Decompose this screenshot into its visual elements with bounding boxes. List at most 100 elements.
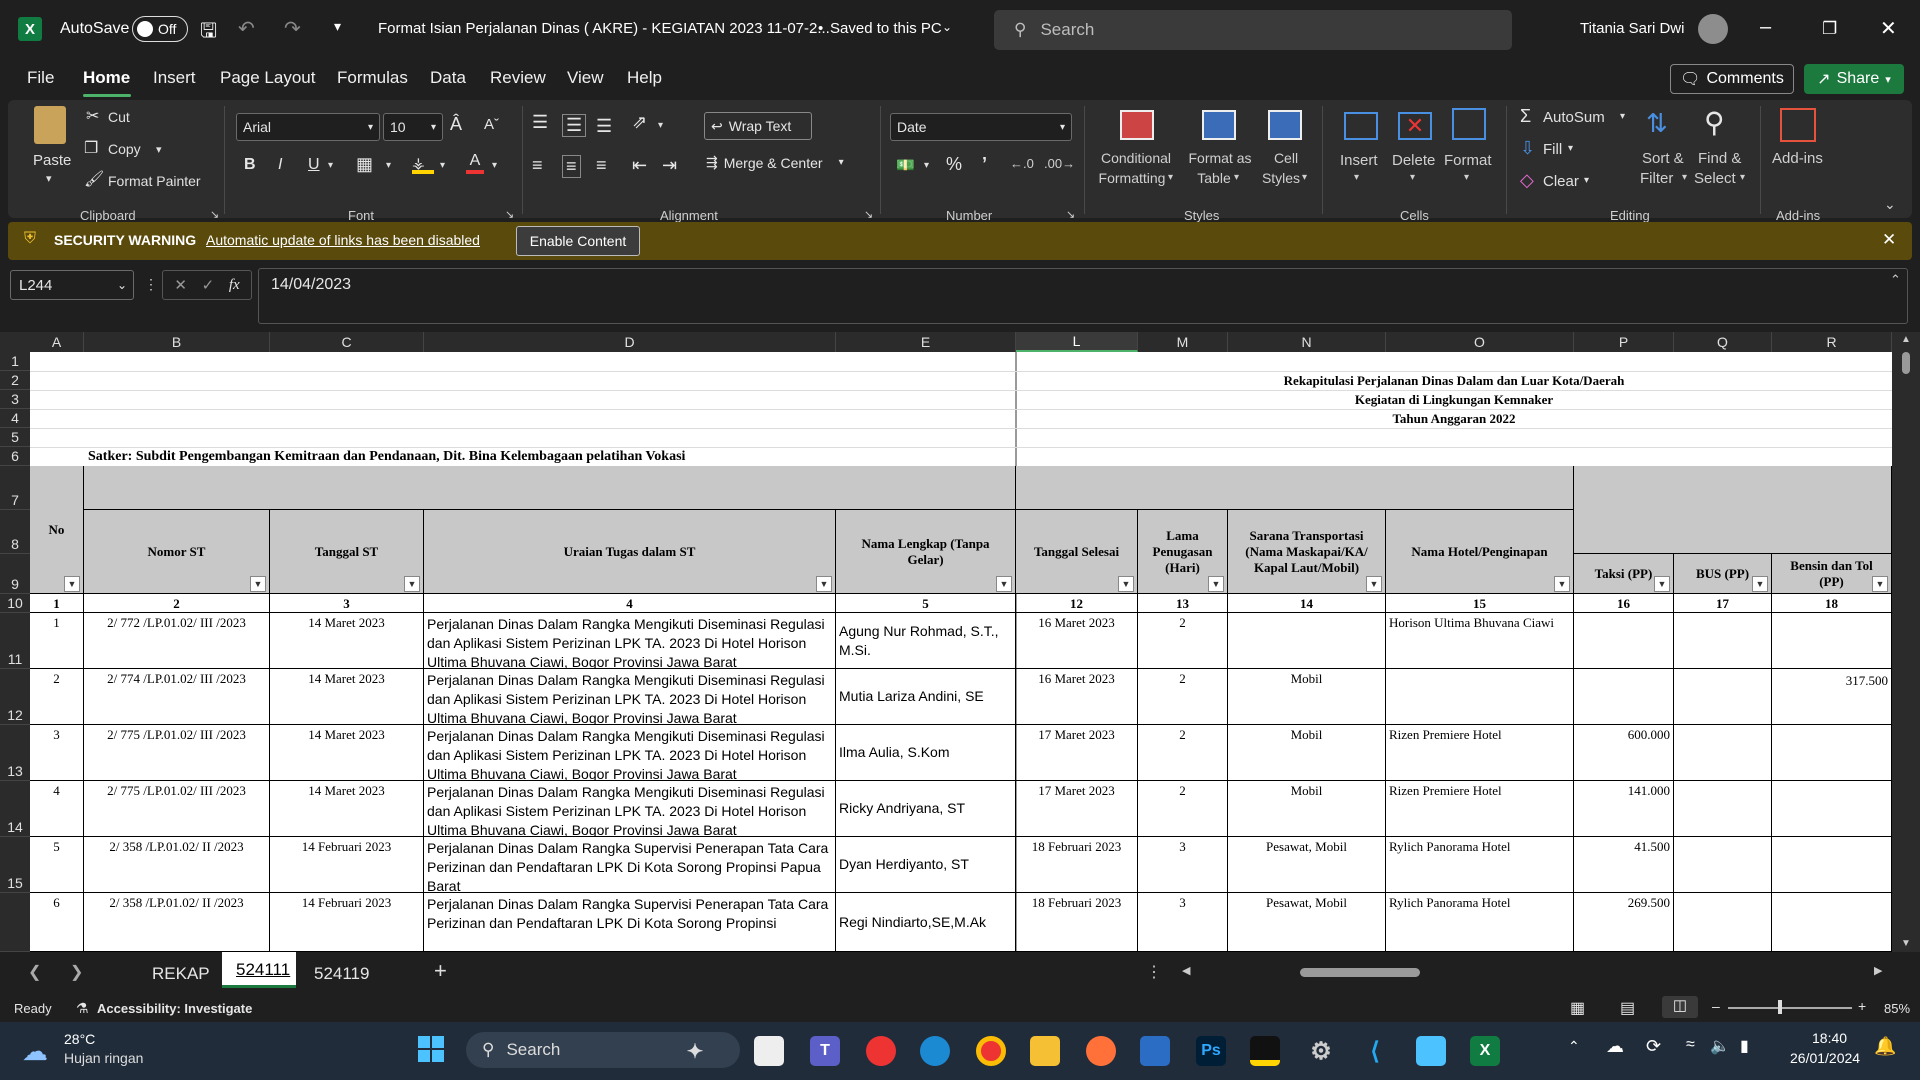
weather-icon[interactable]: ☁	[22, 1036, 48, 1067]
cell-bus[interactable]	[1674, 725, 1772, 781]
chrome-icon[interactable]	[866, 1036, 896, 1066]
cell-nama[interactable]: Agung Nur Rohmad, S.T., M.Si.	[836, 613, 1016, 669]
clear-icon[interactable]: ◇	[1520, 170, 1534, 191]
undo-icon[interactable]: ↶	[238, 16, 255, 41]
row-header[interactable]: 5	[0, 428, 30, 447]
security-message-link[interactable]: Automatic update of links has been disab…	[206, 232, 480, 248]
autosum-icon[interactable]: Σ	[1520, 106, 1531, 127]
tab-help[interactable]: Help	[627, 68, 662, 88]
format-as-table-icon[interactable]	[1202, 110, 1236, 140]
percent-icon[interactable]: %	[946, 154, 962, 175]
vscode-icon[interactable]: ⟨	[1360, 1036, 1390, 1066]
notifications-icon[interactable]: 🔔	[1874, 1036, 1896, 1057]
format-table-chevron-icon[interactable]: ▾	[1234, 172, 1239, 183]
select-all-corner[interactable]	[0, 332, 30, 352]
cell-taksi[interactable]: 269.500	[1574, 893, 1674, 952]
sort-filter-label-2[interactable]: Filter	[1640, 170, 1673, 187]
page-layout-icon[interactable]: ▤	[1620, 998, 1635, 1018]
orientation-icon[interactable]: ⇗	[632, 112, 647, 133]
close-warning-icon[interactable]: ✕	[1882, 230, 1896, 250]
cell-selesai[interactable]: 16 Maret 2023	[1016, 613, 1138, 669]
cell-nomor[interactable]: 2/ 775 /LP.01.02/ III /2023	[84, 725, 270, 781]
sticky-notes-icon[interactable]	[1250, 1036, 1280, 1066]
alignment-launcher-icon[interactable]: ↘	[864, 208, 873, 221]
cell-styles-icon[interactable]	[1268, 110, 1302, 140]
cell-tgl[interactable]: 14 Maret 2023	[270, 725, 424, 781]
find-chevron-icon[interactable]: ▾	[1740, 172, 1745, 183]
currency-chevron-icon[interactable]: ▾	[924, 160, 929, 171]
photoshop-icon[interactable]: Ps	[1196, 1036, 1226, 1066]
tab-insert[interactable]: Insert	[153, 68, 196, 88]
cell-selesai[interactable]: 17 Maret 2023	[1016, 725, 1138, 781]
cell-tgl[interactable]: 14 Maret 2023	[270, 613, 424, 669]
cell-hotel[interactable]: Rizen Premiere Hotel	[1386, 781, 1574, 837]
orientation-chevron-icon[interactable]: ▾	[658, 120, 663, 131]
cell-lama[interactable]: 3	[1138, 893, 1228, 952]
cell-uraian[interactable]: Perjalanan Dinas Dalam Rangka Mengikuti …	[424, 781, 836, 837]
cell-bensin[interactable]	[1772, 837, 1892, 893]
row-header[interactable]: 6	[0, 447, 30, 466]
underline-chevron-icon[interactable]: ▾	[328, 160, 333, 171]
cell-bus[interactable]	[1674, 669, 1772, 725]
format-cells-button[interactable]: Format	[1444, 152, 1492, 169]
cell-bus[interactable]	[1674, 781, 1772, 837]
row-header[interactable]: 8	[0, 510, 30, 554]
collapse-ribbon-icon[interactable]: ⌄	[1884, 196, 1896, 213]
italic-icon[interactable]: I	[278, 156, 282, 174]
underline-icon[interactable]: U	[308, 156, 320, 174]
insert-cells-button[interactable]: Insert	[1340, 152, 1378, 169]
clock-time[interactable]: 18:40	[1812, 1030, 1847, 1046]
cell-selesai[interactable]: 16 Maret 2023	[1016, 669, 1138, 725]
cell-selesai[interactable]: 18 Februari 2023	[1016, 893, 1138, 952]
scroll-thumb[interactable]	[1902, 352, 1910, 374]
sheet-tab-rekap[interactable]: REKAP	[152, 964, 210, 984]
column-header[interactable]: D	[424, 332, 836, 352]
excel-taskbar-icon[interactable]: X	[1470, 1036, 1500, 1066]
format-chevron-icon[interactable]: ▾	[1464, 172, 1469, 183]
row-header[interactable]: 14	[0, 781, 30, 837]
cell-tgl[interactable]: 14 Maret 2023	[270, 781, 424, 837]
number-launcher-icon[interactable]: ↘	[1066, 208, 1075, 221]
cell-hotel[interactable]: Rylich Panorama Hotel	[1386, 893, 1574, 952]
sheet-tab-524119[interactable]: 524119	[314, 964, 369, 984]
font-color-chevron-icon[interactable]: ▾	[492, 160, 497, 171]
tab-view[interactable]: View	[567, 68, 604, 88]
cell-hotel[interactable]	[1386, 669, 1574, 725]
row-header[interactable]: 12	[0, 669, 30, 725]
search-highlight-icon[interactable]: ✦	[680, 1036, 710, 1066]
normal-view-icon[interactable]: ▦	[1570, 998, 1585, 1018]
worksheet-grid[interactable]: A B C D E L M N O P Q R ▲ ▼ 1 2 3 4 5 6 …	[0, 332, 1920, 952]
find-select-icon[interactable]: ⚲	[1704, 106, 1725, 139]
clock-date[interactable]: 26/01/2024	[1790, 1050, 1860, 1066]
format-as-table-label[interactable]: Format as	[1180, 150, 1260, 166]
restore-icon[interactable]: ❐	[1822, 19, 1837, 39]
cell-bus[interactable]	[1674, 837, 1772, 893]
filter-dropdown-icon[interactable]: ▼	[1366, 576, 1382, 592]
column-header[interactable]: R	[1772, 332, 1892, 352]
comma-icon[interactable]: ’	[982, 154, 987, 175]
borders-icon[interactable]: ▦	[356, 154, 373, 175]
col-number[interactable]: 2	[84, 594, 270, 613]
copy-button[interactable]: Copy	[108, 141, 141, 157]
cell-styles-chevron-icon[interactable]: ▾	[1302, 172, 1307, 183]
cell-sarana[interactable]: Pesawat, Mobil	[1228, 893, 1386, 952]
filter-dropdown-icon[interactable]: ▼	[404, 576, 420, 592]
zoom-level[interactable]: 85%	[1884, 1001, 1910, 1016]
cell-no[interactable]: 6	[30, 893, 84, 952]
number-format-select[interactable]: Date ▾	[890, 113, 1072, 141]
weather-desc[interactable]: Hujan ringan	[64, 1050, 143, 1066]
cell-nama[interactable]: Ricky Andriyana, ST	[836, 781, 1016, 837]
column-header[interactable]: A	[30, 332, 84, 352]
document-title[interactable]: Format Isian Perjalanan Dinas ( AKRE) - …	[378, 20, 830, 37]
page-break-view-icon[interactable]: ◫	[1662, 996, 1698, 1018]
add-sheet-icon[interactable]: +	[434, 958, 447, 984]
cell-no[interactable]: 3	[30, 725, 84, 781]
font-family-select[interactable]: Arial ▾	[236, 113, 380, 141]
increase-decimal-icon[interactable]: ←.0	[1010, 156, 1034, 171]
tab-formulas[interactable]: Formulas	[337, 68, 408, 88]
weather-temp[interactable]: 28°C	[64, 1031, 95, 1047]
conditional-chevron-icon[interactable]: ▾	[1168, 172, 1173, 183]
cell-nama[interactable]: Ilma Aulia, S.Kom	[836, 725, 1016, 781]
column-header[interactable]: P	[1574, 332, 1674, 352]
decrease-font-icon[interactable]: Aˇ	[484, 116, 499, 133]
